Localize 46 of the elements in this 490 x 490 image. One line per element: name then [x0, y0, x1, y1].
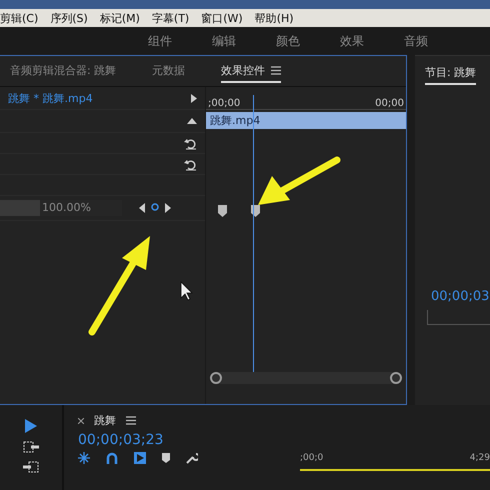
workspace-tab[interactable]: 编辑 [212, 32, 236, 50]
timeline-timecode: 00;00;03;23 [78, 432, 164, 448]
menu-item[interactable]: 标记(M) [100, 10, 140, 26]
snap-icon[interactable] [78, 452, 90, 464]
collapse-icon[interactable] [187, 118, 197, 124]
marker-icon[interactable] [162, 453, 170, 463]
menu-item[interactable]: 帮助(H) [254, 10, 294, 26]
ruler-time: ;00;00 [208, 98, 240, 109]
opacity-value[interactable]: 100.00% [42, 201, 91, 214]
track-select-icon[interactable] [23, 441, 39, 453]
panel-tab[interactable]: 节目: 跳舞 [425, 62, 476, 85]
keyframe-icon [218, 205, 227, 217]
reset-icon[interactable] [184, 158, 197, 170]
menu-icon[interactable] [271, 66, 282, 74]
ruler-time: ;00;0 [300, 453, 324, 463]
play-triangle-icon[interactable] [191, 94, 197, 102]
sequence-tab[interactable]: 跳舞 [94, 413, 116, 428]
mouse-cursor-icon [180, 281, 193, 301]
scroll-bar[interactable] [210, 372, 402, 384]
menu-item[interactable]: 剪辑(C) [0, 10, 38, 26]
ruler-time: 4;29 [470, 453, 490, 463]
ruler-time: 00;00 [375, 98, 404, 109]
clip-bar: 跳舞.mp4 [206, 112, 406, 129]
time-ruler [427, 310, 490, 325]
linked-selection-icon[interactable] [134, 452, 146, 464]
menu-item[interactable]: 窗口(W) [201, 10, 243, 26]
panel-tab[interactable]: 元数据 [152, 60, 186, 82]
close-icon[interactable] [78, 418, 84, 424]
panel-tab[interactable]: 音频剪辑混合器: 跳舞 [10, 60, 116, 82]
ripple-edit-icon[interactable] [23, 461, 39, 473]
workspace-tab[interactable]: 音频 [404, 32, 428, 50]
workspace-tab[interactable]: 组件 [148, 32, 172, 50]
menu-item[interactable]: 序列(S) [50, 10, 88, 26]
menu-icon[interactable] [126, 416, 136, 425]
previous-keyframe-icon[interactable] [139, 203, 145, 213]
menu-item[interactable]: 字幕(T) [152, 10, 190, 26]
clip-path-label: 跳舞 * 跳舞.mp4 [7, 90, 93, 106]
keyframe-dot-icon[interactable] [151, 203, 159, 211]
panel-tab[interactable]: 效果控件 [221, 60, 282, 82]
selection-tool-icon[interactable] [25, 419, 37, 433]
next-keyframe-icon[interactable] [165, 203, 171, 213]
reset-icon[interactable] [184, 136, 197, 150]
workspace-tab[interactable]: 效果 [340, 32, 364, 50]
magnet-icon[interactable] [106, 452, 118, 464]
program-timecode: 00;00;03 [431, 289, 490, 304]
workspace-tab[interactable]: 颜色 [276, 32, 300, 50]
